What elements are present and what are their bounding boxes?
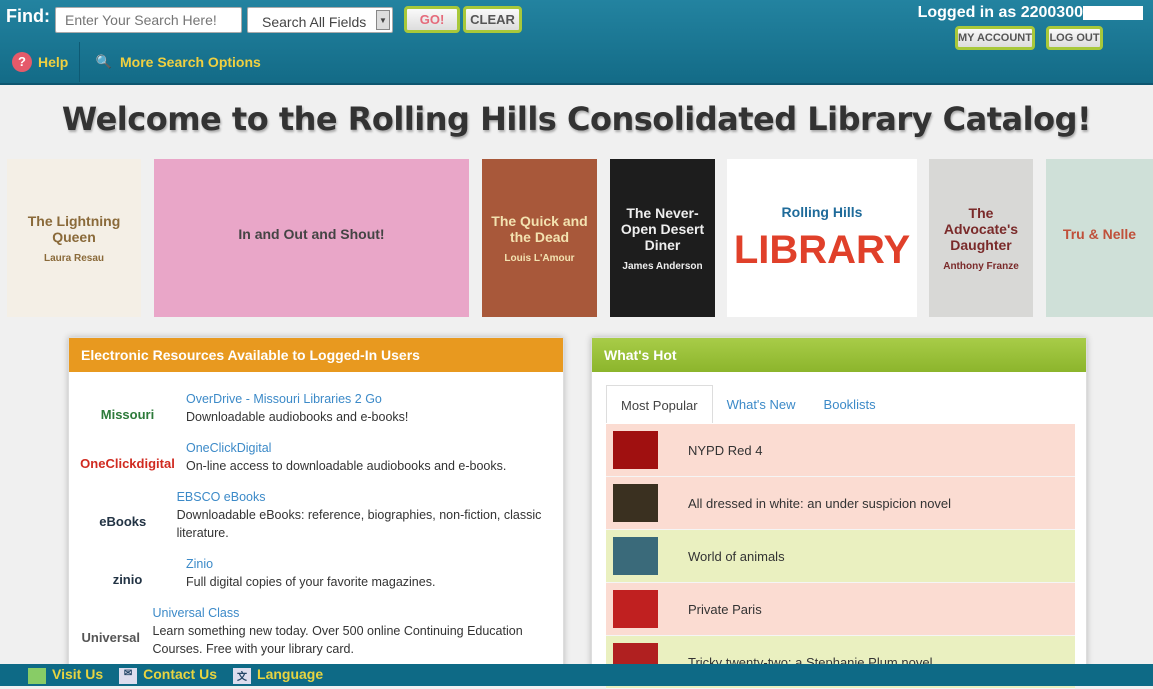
panel-heading: What's Hot [592, 338, 1086, 372]
cover-title: The Lightning Queen [27, 212, 121, 245]
cover-author: Laura Resau [43, 252, 105, 264]
list-item[interactable]: World of animals [606, 530, 1075, 583]
divider [79, 42, 80, 82]
page-title: Welcome to the Rolling Hills Consolidate… [61, 100, 1092, 138]
electronic-resources-panel: Electronic Resources Available to Logged… [68, 337, 564, 677]
cover-title: Tru & Nelle [1062, 226, 1137, 242]
logged-in-text: Logged in as 2200300 [917, 4, 1083, 21]
resource-item: Missouri OverDrive - Missouri Libraries … [69, 390, 563, 439]
tab-whats-new[interactable]: What's New [713, 385, 810, 423]
book-title[interactable]: NYPD Red 4 [688, 443, 762, 458]
logo-text: eBooks [99, 514, 147, 529]
resource-item: Universal Universal Class Learn something… [69, 604, 563, 671]
book-title[interactable]: World of animals [688, 549, 785, 564]
book-cover[interactable]: The Advocate's Daughter Anthony Franze [929, 159, 1033, 317]
tab-most-popular[interactable]: Most Popular [606, 385, 713, 423]
book-title[interactable]: Private Paris [688, 602, 762, 617]
book-thumbnail[interactable] [613, 431, 658, 469]
list-item[interactable]: Private Paris [606, 583, 1075, 636]
log-out-button[interactable]: LOG OUT [1046, 26, 1103, 50]
chevron-down-icon: ▼ [376, 10, 390, 30]
more-search-options-link[interactable]: 🔍 More Search Options [94, 52, 261, 72]
book-cover[interactable]: The Quick and the Dead Louis L'Amour [482, 159, 597, 317]
resource-link[interactable]: OverDrive - Missouri Libraries 2 Go [186, 390, 408, 408]
book-cover[interactable]: Tru & Nelle [1046, 159, 1153, 317]
more-options-label: More Search Options [120, 54, 261, 70]
cover-author: James Anderson [622, 260, 703, 272]
resource-link[interactable]: EBSCO eBooks [177, 488, 563, 506]
resource-item: OneClickdigital OneClickDigital On-line a… [69, 439, 563, 488]
cover-title: Rolling Hills [781, 203, 863, 220]
resource-description: Full digital copies of your favorite mag… [186, 575, 436, 589]
language-label: Language [257, 666, 324, 683]
cover-title: The Never-Open Desert Diner [620, 204, 705, 253]
magnifier-icon: 🔍 [95, 54, 113, 69]
contact-label: Contact Us [143, 666, 218, 683]
resource-logo: eBooks [69, 488, 177, 555]
find-label: Find: [6, 6, 50, 26]
book-thumbnail[interactable] [613, 484, 658, 522]
list-item[interactable]: NYPD Red 4 [606, 424, 1075, 477]
clear-button[interactable]: CLEAR [463, 6, 522, 33]
resource-link[interactable]: Universal Class [153, 604, 563, 622]
cover-title: In and Out and Shout! [238, 226, 385, 242]
resource-logo: Universal [69, 604, 153, 671]
language-icon: 文 [233, 667, 252, 684]
book-title[interactable]: All dressed in white: an under suspicion… [688, 496, 951, 511]
panel-heading: Electronic Resources Available to Logged… [69, 338, 563, 372]
go-button[interactable]: GO! [404, 6, 460, 33]
book-cover[interactable]: In and Out and Shout! [154, 159, 469, 317]
book-thumbnail[interactable] [613, 590, 658, 628]
resource-description: Downloadable audiobooks and e-books! [186, 410, 409, 424]
book-cover[interactable]: The Lightning Queen Laura Resau [7, 159, 141, 317]
logo-text: zinio [112, 572, 143, 587]
resource-logo: zinio [69, 555, 186, 604]
visit-label: Visit Us [52, 666, 104, 683]
cover-author: Anthony Franze [943, 260, 1019, 272]
language-link[interactable]: 文 Language [233, 666, 324, 684]
contact-us-link[interactable]: ✉ Contact Us [119, 666, 218, 684]
resource-item: zinio Zinio Full digital copies of your f… [69, 555, 563, 604]
cover-author: LIBRARY [733, 227, 911, 272]
resource-link[interactable]: Zinio [186, 555, 435, 573]
cover-title: The Quick and the Dead [491, 212, 588, 245]
mail-icon: ✉ [119, 667, 138, 684]
cover-author: Louis L'Amour [504, 252, 575, 264]
redaction [1083, 5, 1143, 20]
my-account-button[interactable]: MY ACCOUNT [955, 26, 1035, 50]
help-icon: ? [12, 52, 32, 72]
help-link[interactable]: ? Help [12, 52, 68, 72]
logo-text: OneClickdigital [80, 456, 175, 471]
header: Find: Search All Fields ▼ GO! CLEAR ? Help… [0, 0, 1153, 85]
map-icon [28, 667, 46, 684]
search-field-select[interactable]: Search All Fields ▼ [247, 7, 393, 33]
logo-text: Missouri [100, 407, 155, 422]
resource-description: Downloadable eBooks: reference, biograph… [176, 508, 542, 540]
search-field-value: Search All Fields [262, 14, 367, 30]
cover-title: The Advocate's Daughter [943, 204, 1019, 253]
logged-in-status: Logged in as 2200300 [918, 4, 1143, 22]
book-thumbnail[interactable] [613, 537, 658, 575]
whats-hot-panel: What's Hot Most Popular What's New Bookl… [591, 337, 1087, 689]
logo-text: Universal [81, 630, 141, 645]
resource-logo: Missouri [69, 390, 186, 439]
visit-us-link[interactable]: Visit Us [28, 666, 104, 684]
help-label: Help [38, 54, 69, 70]
search-input[interactable] [55, 7, 242, 33]
resource-description: On-line access to downloadable audiobook… [186, 459, 507, 473]
tab-booklists[interactable]: Booklists [810, 385, 890, 423]
book-cover[interactable]: Rolling Hills LIBRARY [727, 159, 917, 317]
resource-description: Learn something new today. Over 500 onli… [152, 624, 523, 656]
resource-logo: OneClickdigital [69, 439, 186, 488]
footer: Visit Us ✉ Contact Us 文 Language [0, 664, 1153, 686]
list-item[interactable]: All dressed in white: an under suspicion… [606, 477, 1075, 530]
book-cover[interactable]: The Never-Open Desert Diner James Anderso… [610, 159, 715, 317]
resource-item: eBooks EBSCO eBooks Downloadable eBooks: … [69, 488, 563, 555]
resource-link[interactable]: OneClickDigital [186, 439, 506, 457]
